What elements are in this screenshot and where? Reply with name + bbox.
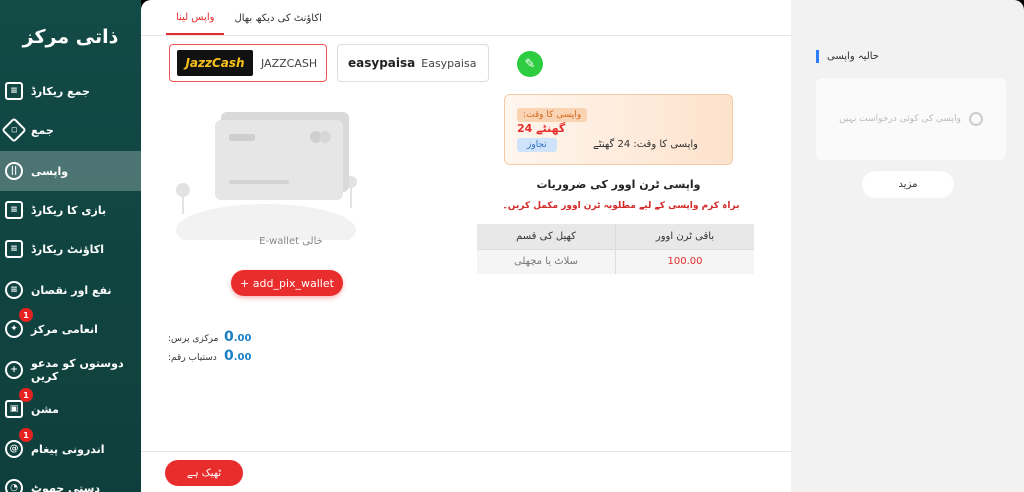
sidebar-item-invite-friends[interactable]: + دوستوں کو مدعو کریں <box>0 350 141 390</box>
profit-loss-icon: ≡ <box>5 281 23 299</box>
wallet-name: Easypaisa <box>421 56 477 70</box>
turnover-title: واپسی ٹرن اوور کی ضروریات <box>536 178 701 191</box>
deposit-icon: ◇ <box>1 117 27 143</box>
ok-button[interactable]: ٹھیک ہے <box>165 460 243 486</box>
sidebar-item-label: دستی جھوٹ <box>31 481 101 492</box>
central-wallet-balance: :مرکزی پرس 0.00 <box>168 329 251 345</box>
recent-withdrawals-title: حالیہ واپسی <box>827 51 879 62</box>
remaining-turnover-cell: 100.00 <box>615 248 754 274</box>
recent-withdrawals-header: حالیہ واپسی <box>816 50 879 63</box>
withdraw-time-box: :واپسی کا وقت 24 گھنٹے تجاوز واپسی کا وق… <box>504 94 733 165</box>
easypaisa-wallet-option[interactable]: easypaisa Easypaisa <box>337 44 489 82</box>
deposit-record-icon: ≡ <box>5 82 23 100</box>
sidebar: ذاتی مرکز ≡ جمع ریکارڈ ◇ جمع || واپسی ≡ … <box>0 0 141 492</box>
withdraw-panel: واپس لینا اکاؤنٹ کی دیکھ بھال JazzCash J… <box>141 0 791 492</box>
sidebar-item-label: دوستوں کو مدعو کریں <box>31 357 124 383</box>
empty-wallet-label: E-wallet خالی <box>259 236 323 247</box>
sidebar-item-label: واپسی <box>31 164 69 178</box>
balance-label: :مرکزی پرس <box>168 334 219 344</box>
sidebar-item-label: مشن <box>31 402 59 416</box>
withdraw-time-tag: :واپسی کا وقت <box>517 108 588 122</box>
column-header: باقی ٹرن اوور <box>615 224 754 249</box>
sidebar-item-manual[interactable]: ◔ دستی جھوٹ <box>0 468 141 492</box>
more-button[interactable]: مزید <box>862 171 954 198</box>
account-record-icon: ≡ <box>5 240 23 258</box>
reward-center-icon: ✦ <box>5 320 23 338</box>
withdraw-time-line: واپسی کا وقت: 24 گھنٹے <box>593 139 698 150</box>
sidebar-item-label: اکاؤنٹ ریکارڈ <box>31 242 104 256</box>
sidebar-item-label: جمع <box>31 123 54 137</box>
sidebar-item-internal-message[interactable]: @ 1 اندرونی پیغام <box>0 428 141 469</box>
sidebar-item-mission[interactable]: ▣ 1 مشن <box>0 388 141 429</box>
withdraw-icon: || <box>5 162 23 180</box>
balance-value: 0.00 <box>224 348 252 364</box>
sidebar-item-label: جمع ریکارڈ <box>31 84 90 98</box>
message-icon: @ <box>5 440 23 458</box>
jazzcash-logo: JazzCash <box>177 50 253 76</box>
sidebar-item-account-record[interactable]: ≡ اکاؤنٹ ریکارڈ <box>0 229 141 269</box>
empty-wallet-illustration <box>176 112 357 240</box>
recent-withdrawals-panel: حالیہ واپسی واپسی کی کوئی درخواست نہیں م… <box>791 0 1024 492</box>
turnover-table: کھیل کی قسم باقی ٹرن اوور سلاٹ یا مچھلی … <box>477 224 754 274</box>
sidebar-item-label: بازی کا ریکارڈ <box>31 203 107 217</box>
tab-withdraw[interactable]: واپس لینا <box>166 1 225 35</box>
sidebar-item-label: نفع اور نقصان <box>31 283 112 297</box>
notification-badge: 1 <box>19 428 33 442</box>
sidebar-item-deposit-record[interactable]: ≡ جمع ریکارڈ <box>0 71 141 111</box>
sidebar-item-label: انعامی مرکز <box>31 322 98 336</box>
gift-icon: ▣ <box>5 400 23 418</box>
invite-friends-icon: + <box>5 361 23 379</box>
accent-bar <box>816 50 819 63</box>
exceed-chip: تجاوز <box>517 138 557 152</box>
sidebar-item-game-record[interactable]: ≡ بازی کا ریکارڈ <box>0 190 141 230</box>
manual-icon: ◔ <box>5 479 23 492</box>
tab-account-maintenance[interactable]: اکاؤنٹ کی دیکھ بھال <box>224 1 331 35</box>
easypaisa-logo: easypaisa <box>348 56 416 70</box>
empty-withdrawals-text: واپسی کی کوئی درخواست نہیں <box>839 114 961 124</box>
withdraw-time-value: 24 گھنٹے <box>517 122 566 135</box>
edit-icon[interactable]: ✎ <box>517 51 543 77</box>
empty-withdrawals-box: واپسی کی کوئی درخواست نہیں <box>816 78 1006 160</box>
column-header: کھیل کی قسم <box>477 224 616 249</box>
add-wallet-button[interactable]: + add_pix_wallet <box>231 270 343 296</box>
turnover-note: براہ کرم واپسی کے لیے مطلوبہ ٹرن اوور مک… <box>502 201 740 211</box>
sidebar-item-reward-center[interactable]: ✦ 1 انعامی مرکز <box>0 308 141 349</box>
game-record-icon: ≡ <box>5 201 23 219</box>
table-header-row: کھیل کی قسم باقی ٹرن اوور <box>477 224 754 249</box>
sidebar-title: ذاتی مرکز <box>22 26 119 48</box>
jazzcash-wallet-option[interactable]: JazzCash JAZZCASH <box>169 44 327 82</box>
sidebar-item-label: اندرونی پیغام <box>31 442 105 456</box>
available-balance: :دستیاب رقم 0.00 <box>168 348 251 364</box>
balance-label: :دستیاب رقم <box>168 353 217 363</box>
sidebar-item-withdraw[interactable]: || واپسی <box>0 151 141 191</box>
sidebar-item-deposit[interactable]: ◇ جمع <box>0 110 141 150</box>
sidebar-item-profit-loss[interactable]: ≡ نفع اور نقصان <box>0 270 141 310</box>
notification-badge: 1 <box>19 388 33 402</box>
divider <box>141 451 791 452</box>
wallet-name: JAZZCASH <box>261 56 318 70</box>
empty-icon <box>968 112 983 126</box>
notification-badge: 1 <box>19 308 33 322</box>
table-row: سلاٹ یا مچھلی 100.00 <box>477 248 754 274</box>
tab-bar: واپس لینا اکاؤنٹ کی دیکھ بھال <box>141 0 791 36</box>
balance-value: 0.00 <box>224 329 252 345</box>
game-type-cell: سلاٹ یا مچھلی <box>477 248 616 274</box>
